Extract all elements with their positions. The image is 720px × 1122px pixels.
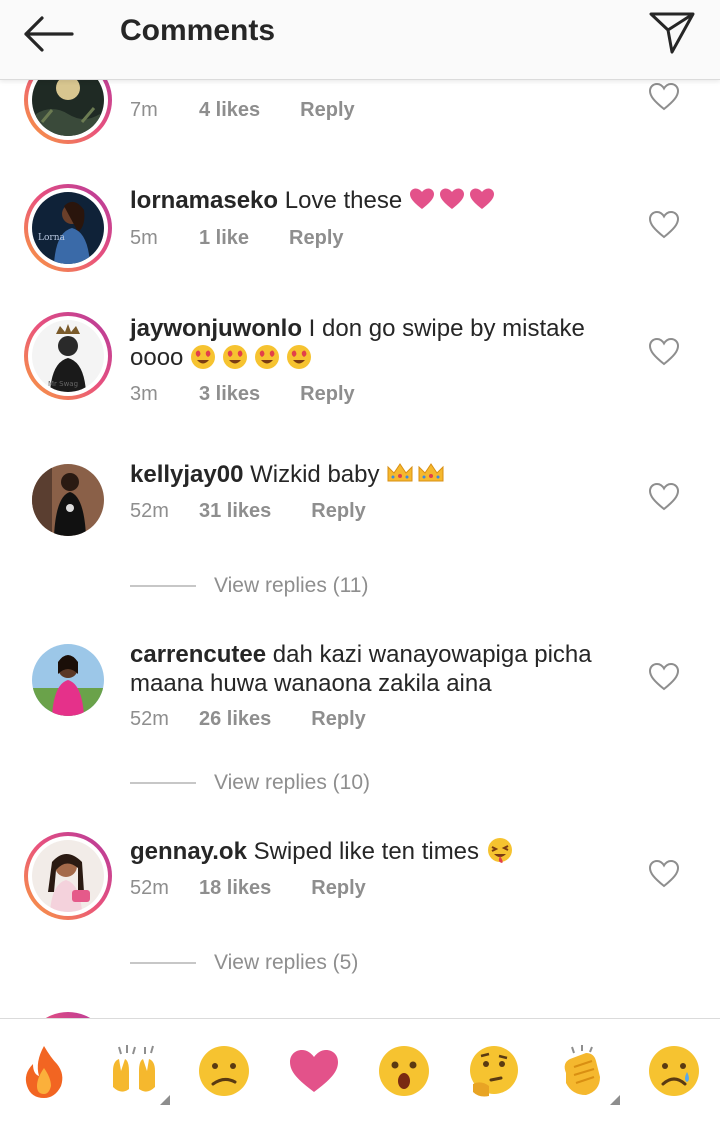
sad-face-icon [649, 1046, 699, 1096]
comment-username[interactable]: lornamaseko [130, 187, 278, 214]
replies-divider [130, 962, 196, 964]
reply-button[interactable]: Reply [300, 383, 354, 406]
svg-text:Lorna: Lorna [38, 233, 65, 243]
page-title: Comments [120, 14, 276, 47]
comment-time: 52m [130, 877, 169, 899]
view-replies-label[interactable]: View replies (5) [214, 951, 358, 975]
raising-hands-icon [113, 1045, 155, 1092]
more-variants-indicator [610, 1095, 620, 1105]
comment-time: 3m [130, 383, 158, 405]
comment-time: 5m [130, 227, 158, 249]
avatar[interactable]: Lorna [24, 184, 112, 272]
comment-username[interactable]: kellyjay00 [130, 461, 243, 488]
avatar[interactable]: Mr Swag [24, 312, 112, 400]
comment-text: carrencutee dah kazi wanayowapiga picha … [130, 640, 630, 698]
avatar[interactable] [24, 832, 112, 920]
comment-username[interactable]: carrencutee [130, 641, 266, 668]
comment-likes[interactable]: 3 likes [199, 383, 260, 406]
view-replies-label[interactable]: View replies (11) [214, 574, 368, 598]
comment-username[interactable]: jaywonjuwonlo [130, 315, 302, 342]
emoji-surprised-face-button[interactable] [374, 1041, 434, 1101]
surprised-face-icon [379, 1046, 429, 1096]
back-arrow-icon [24, 16, 74, 52]
comment-message-line2: oooo [130, 344, 184, 371]
like-heart-icon[interactable] [648, 482, 680, 512]
comment-message-line2: maana huwa wanaona zakila aina [130, 670, 492, 697]
crown-emoji [386, 461, 446, 488]
comment-message: I don go swipe by mistake [308, 315, 585, 342]
comment-message: Love these [284, 187, 403, 214]
emoji-confused-face-button[interactable] [194, 1041, 254, 1101]
comment-time: 52m [130, 500, 169, 522]
comment-text: lornamaseko Love these [130, 186, 630, 215]
share-button[interactable] [646, 8, 698, 56]
heart-emoji [409, 187, 495, 214]
like-heart-icon[interactable] [648, 337, 680, 367]
view-replies-button[interactable]: View replies (11) [130, 574, 368, 598]
reply-button[interactable]: Reply [289, 227, 343, 250]
comment-message: Wizkid baby [250, 461, 380, 488]
emoji-sad-face-button[interactable] [644, 1041, 704, 1101]
reply-button[interactable]: Reply [300, 99, 354, 122]
comment-text: kellyjay00 Wizkid baby [130, 460, 630, 489]
back-button[interactable] [20, 12, 76, 56]
comment-text: gennay.ok Swiped like ten times [130, 837, 630, 866]
thinking-face-icon [470, 1046, 518, 1097]
comment-likes[interactable]: 18 likes [199, 877, 271, 900]
confused-face-icon [199, 1046, 249, 1096]
fire-icon [25, 1046, 63, 1098]
comment-time: 52m [130, 708, 169, 730]
like-heart-icon[interactable] [648, 210, 680, 240]
comment-text: jaywonjuwonlo I don go swipe by mistake … [130, 314, 630, 372]
heart-icon [290, 1050, 338, 1092]
comment-message: dah kazi wanayowapiga picha [272, 641, 592, 668]
comment-likes[interactable]: 26 likes [199, 708, 271, 731]
comment-likes[interactable]: 31 likes [199, 500, 271, 523]
send-icon [649, 12, 695, 54]
comment-likes[interactable]: 1 like [199, 227, 249, 250]
comments-list[interactable]: lammooozy 7m 4 likes Reply Lorna lornama… [0, 0, 720, 1018]
emoji-raising-hands-button[interactable] [104, 1041, 170, 1105]
view-replies-button[interactable]: View replies (5) [130, 951, 358, 975]
comments-header: Comments [0, 0, 720, 80]
view-replies-label[interactable]: View replies (10) [214, 771, 370, 795]
replies-divider [130, 782, 196, 784]
avatar[interactable] [24, 636, 112, 724]
comment-username[interactable]: gennay.ok [130, 838, 247, 865]
comment-likes[interactable]: 4 likes [199, 99, 260, 122]
more-variants-indicator [160, 1095, 170, 1105]
svg-text:Mr Swag: Mr Swag [48, 380, 78, 388]
heart-eyes-emoji [190, 344, 316, 371]
reply-button[interactable]: Reply [311, 877, 365, 900]
emoji-clapping-hands-button[interactable] [554, 1041, 620, 1105]
reply-button[interactable]: Reply [311, 500, 365, 523]
comment-message: Swiped like ten times [253, 838, 480, 865]
view-replies-button[interactable]: View replies (10) [130, 771, 370, 795]
emoji-thinking-face-button[interactable] [464, 1041, 524, 1101]
emoji-fire-button[interactable] [14, 1041, 74, 1101]
comment-time: 7m [130, 99, 158, 121]
emoji-tray [0, 1018, 720, 1122]
crazy-face-emoji [486, 838, 514, 865]
like-heart-icon[interactable] [648, 859, 680, 889]
like-heart-icon[interactable] [648, 662, 680, 692]
avatar[interactable] [24, 456, 112, 544]
like-heart-icon[interactable] [648, 82, 680, 112]
reply-button[interactable]: Reply [311, 708, 365, 731]
clapping-hands-icon [564, 1045, 600, 1095]
replies-divider [130, 585, 196, 587]
emoji-heart-button[interactable] [284, 1041, 344, 1101]
